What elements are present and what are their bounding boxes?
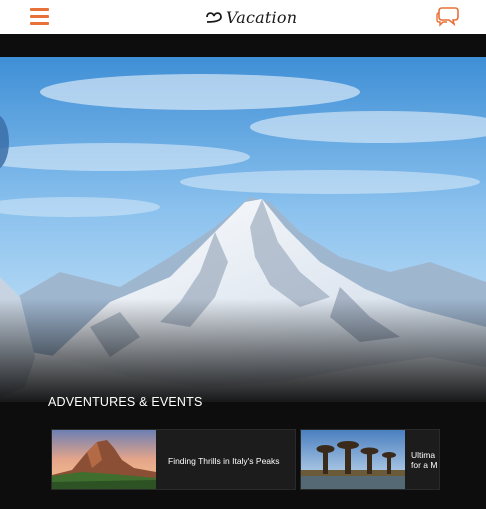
article-card-1[interactable]: Finding Thrills in Italy's Peaks	[51, 429, 296, 490]
article-card-1-title: Finding Thrills in Italy's Peaks	[168, 456, 280, 466]
article-card-2[interactable]: Ultima for a M	[300, 429, 440, 490]
baobab-thumbnail	[301, 430, 405, 489]
article-card-2-title: Ultima for a M	[411, 450, 438, 470]
hamburger-menu-icon[interactable]	[30, 8, 49, 25]
dark-spacer-band	[0, 34, 486, 57]
chat-bubbles-icon[interactable]	[436, 5, 460, 27]
dolomites-sunset-thumbnail	[52, 430, 156, 489]
section-title: ADVENTURES & EVENTS	[48, 395, 203, 409]
app-logo[interactable]: Vacation	[205, 6, 297, 28]
heart-logo-icon	[206, 12, 222, 23]
top-navigation-bar: Vacation	[0, 0, 486, 34]
hero-image-mountain[interactable]	[0, 57, 486, 402]
logo-text: Vacation	[226, 7, 298, 27]
